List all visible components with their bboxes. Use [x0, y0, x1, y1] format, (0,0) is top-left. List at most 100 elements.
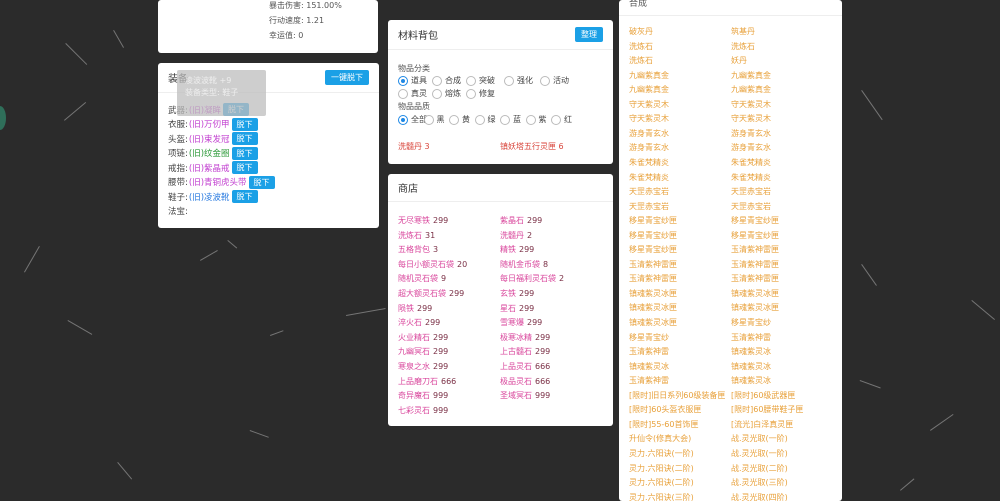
unequip-button[interactable]: 脱下: [248, 175, 275, 189]
shop-item[interactable]: 寒泉之水 299: [398, 361, 448, 372]
synthesis-item[interactable]: 守天紫灵木: [731, 113, 771, 124]
shop-item[interactable]: 随机金币袋 8: [500, 259, 548, 270]
synthesis-item[interactable]: 守天紫灵木: [731, 99, 771, 110]
synthesis-item[interactable]: 战.灵光取(二阶): [731, 463, 788, 474]
shop-item[interactable]: 随机灵石袋 9: [398, 273, 446, 284]
synthesis-item[interactable]: 镇魂紫灵冰匣: [731, 302, 779, 313]
category-radio[interactable]: 强化: [504, 75, 533, 86]
shop-item[interactable]: 火业精石 299: [398, 332, 448, 343]
synthesis-item[interactable]: 战.灵光取(三阶): [731, 477, 788, 488]
synthesis-item[interactable]: 游身青玄水: [731, 128, 771, 139]
synthesis-item[interactable]: 洗炼石: [629, 41, 653, 52]
synthesis-item[interactable]: 洗炼石: [629, 55, 653, 66]
synthesis-item[interactable]: 移星青宝纱匣: [731, 230, 779, 241]
synthesis-item[interactable]: 移星青宝纱: [731, 317, 771, 328]
synthesis-item[interactable]: 镇魂紫灵冰: [731, 375, 771, 386]
synthesis-item[interactable]: [限时]60头盔衣服匣: [629, 404, 701, 415]
synthesis-item[interactable]: 破灰丹: [629, 26, 653, 37]
synthesis-item[interactable]: 筑基丹: [731, 26, 755, 37]
synthesis-item[interactable]: 洗炼石: [731, 41, 755, 52]
category-radio[interactable]: 熔炼: [432, 88, 461, 99]
category-radio[interactable]: 合成: [432, 75, 461, 86]
unequip-button[interactable]: 脱下: [231, 117, 258, 131]
synthesis-item[interactable]: [限时]60腰带鞋子匣: [731, 404, 803, 415]
equip-item-name[interactable]: (旧)青铜虎头带: [189, 176, 247, 188]
synthesis-item[interactable]: 镇魂紫灵冰匣: [731, 288, 779, 299]
equip-item-name[interactable]: (旧)束发冠: [189, 133, 230, 145]
category-radio[interactable]: 突破: [466, 75, 495, 86]
quality-radio[interactable]: 黑: [423, 114, 445, 125]
equip-item-name[interactable]: (旧)紫晶戒: [189, 162, 230, 174]
shop-item[interactable]: 每日福利灵石袋 2: [500, 273, 564, 284]
synthesis-item[interactable]: 守天紫灵木: [629, 99, 669, 110]
shop-item[interactable]: 上品磨刀石 666: [398, 376, 456, 387]
synthesis-item[interactable]: [限时]55-60首饰匣: [629, 419, 699, 430]
shop-item[interactable]: 上古髓石 299: [500, 346, 550, 357]
shop-item[interactable]: 奇异魔石 999: [398, 390, 448, 401]
synthesis-item[interactable]: [流光]白泽真灵匣: [731, 419, 793, 430]
synthesis-item[interactable]: 镇魂紫灵冰匣: [629, 288, 677, 299]
synthesis-item[interactable]: 朱雀梵精炎: [731, 172, 771, 183]
shop-item[interactable]: 五格背包 3: [398, 244, 438, 255]
shop-item[interactable]: 紫晶石 299: [500, 215, 542, 226]
synthesis-item[interactable]: 九幽紫真金: [731, 84, 771, 95]
equip-item-name[interactable]: (旧)凌波靴: [189, 191, 230, 203]
quality-radio[interactable]: 蓝: [500, 114, 521, 125]
synthesis-item[interactable]: 灵力.六阳诀(二阶): [629, 463, 694, 474]
shop-item[interactable]: 超大额灵石袋 299: [398, 288, 464, 299]
shop-item[interactable]: 每日小额灵石袋 20: [398, 259, 467, 270]
synthesis-item[interactable]: 战.灵光取(四阶): [731, 492, 788, 501]
shop-item[interactable]: 玄铁 299: [500, 288, 534, 299]
unequip-all-button[interactable]: 一键脱下: [325, 70, 369, 85]
synthesis-item[interactable]: 灵力.六阳诀(三阶): [629, 492, 694, 501]
quality-radio[interactable]: 紫: [525, 114, 547, 125]
synthesis-item[interactable]: 镇魂紫灵冰: [731, 361, 771, 372]
synthesis-item[interactable]: 朱雀梵精炎: [629, 172, 669, 183]
bag-item[interactable]: 洗髓丹 3: [398, 141, 430, 152]
shop-item[interactable]: 无尽寒铁 299: [398, 215, 448, 226]
synthesis-item[interactable]: 玉清紫神雷匣: [629, 273, 677, 284]
synthesis-item[interactable]: 玉清紫神雷: [731, 332, 771, 343]
synthesis-item[interactable]: 天罡赤宝岩: [629, 201, 669, 212]
synthesis-item[interactable]: 玉清紫神雷: [629, 346, 669, 357]
quality-radio[interactable]: 黄: [449, 114, 470, 125]
shop-item[interactable]: 洗炼石 31: [398, 230, 435, 241]
synthesis-item[interactable]: 移星青宝纱匣: [731, 215, 779, 226]
quality-radio[interactable]: 红: [551, 114, 572, 125]
quality-radio[interactable]: 绿: [474, 114, 496, 125]
synthesis-item[interactable]: 灵力.六阳诀(二阶): [629, 477, 694, 488]
equip-item-name[interactable]: (旧)纹金圈: [189, 147, 230, 159]
synthesis-item[interactable]: 游身青玄水: [629, 128, 669, 139]
synthesis-item[interactable]: 移星青宝纱匣: [629, 244, 677, 255]
synthesis-item[interactable]: 移星青宝纱匣: [629, 230, 677, 241]
sort-button[interactable]: 整理: [575, 27, 603, 42]
synthesis-item[interactable]: 朱雀梵精炎: [731, 157, 771, 168]
category-radio[interactable]: 真灵: [398, 88, 427, 99]
shop-item[interactable]: 上品灵石 666: [500, 361, 550, 372]
shop-item[interactable]: 九幽冥石 299: [398, 346, 448, 357]
category-radio[interactable]: 活动: [540, 75, 569, 86]
shop-item[interactable]: 七彩灵石 999: [398, 405, 448, 416]
synthesis-item[interactable]: 朱雀梵精炎: [629, 157, 669, 168]
category-radio[interactable]: 道具: [398, 75, 427, 86]
synthesis-item[interactable]: [限时]旧日系列60级装备匣: [629, 390, 725, 401]
synthesis-item[interactable]: 九幽紫真金: [629, 70, 669, 81]
shop-item[interactable]: 淬火石 299: [398, 317, 440, 328]
equip-item-name[interactable]: (旧)万仞甲: [189, 118, 230, 130]
synthesis-item[interactable]: 升仙令(修真大会): [629, 433, 691, 444]
shop-item[interactable]: 极寒冰精 299: [500, 332, 550, 343]
synthesis-item[interactable]: 游身青玄水: [629, 142, 669, 153]
shop-item[interactable]: 精铁 299: [500, 244, 534, 255]
synthesis-item[interactable]: 镇魂紫灵冰匣: [629, 302, 677, 313]
synthesis-item[interactable]: 镇魂紫灵冰: [731, 346, 771, 357]
synthesis-item[interactable]: 九幽紫真金: [629, 84, 669, 95]
shop-item[interactable]: 雪寒爆 299: [500, 317, 542, 328]
synthesis-item[interactable]: 灵力.六阳诀(一阶): [629, 448, 694, 459]
synthesis-item[interactable]: 玉清紫神雷匣: [629, 259, 677, 270]
unequip-button[interactable]: 脱下: [231, 146, 258, 160]
synthesis-item[interactable]: 游身青玄水: [731, 142, 771, 153]
synthesis-item[interactable]: 镇魂紫灵冰: [629, 361, 669, 372]
synthesis-item[interactable]: 玉清紫神雷: [629, 375, 669, 386]
shop-item[interactable]: 星石 299: [500, 303, 534, 314]
synthesis-item[interactable]: 战.灵光取(一阶): [731, 433, 788, 444]
